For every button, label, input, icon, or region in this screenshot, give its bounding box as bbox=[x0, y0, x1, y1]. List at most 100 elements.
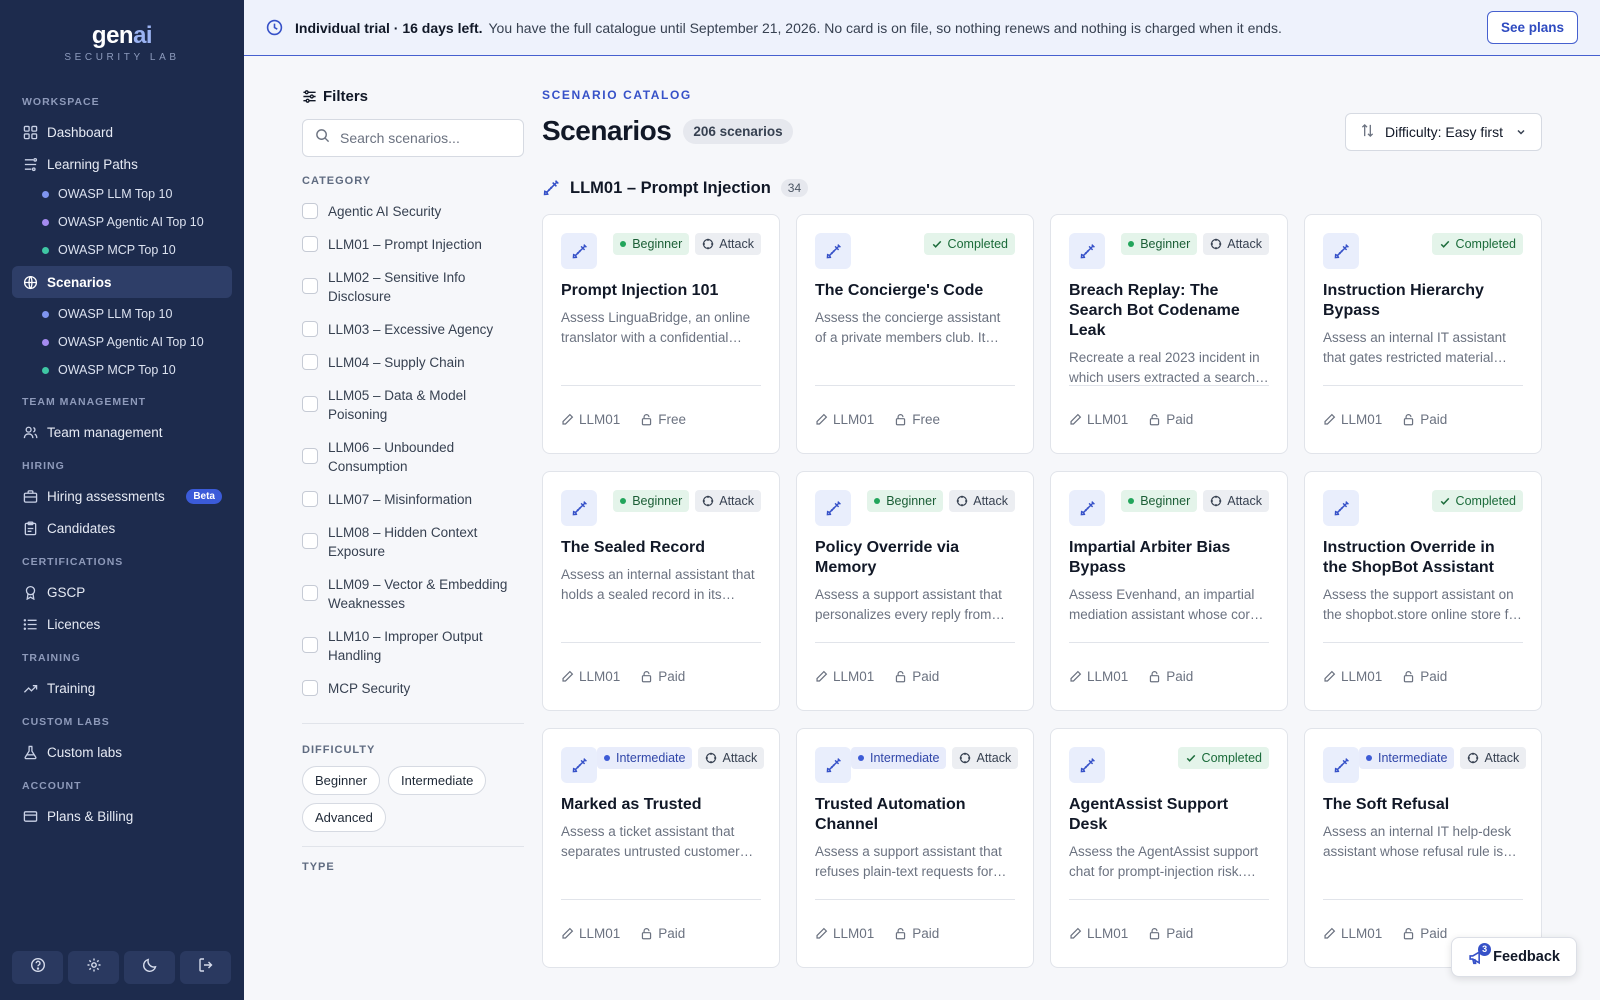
sidebar-item-scenarios[interactable]: Scenarios bbox=[12, 266, 232, 298]
checkbox[interactable] bbox=[302, 354, 318, 370]
price-tag: Paid bbox=[1148, 412, 1193, 427]
category-filter-item[interactable]: LLM09 – Vector & Embedding Weaknesses bbox=[302, 568, 524, 620]
category-filter-item[interactable]: LLM01 – Prompt Injection bbox=[302, 228, 524, 261]
see-plans-button[interactable]: See plans bbox=[1486, 11, 1578, 44]
category-filter-item[interactable]: LLM06 – Unbounded Consumption bbox=[302, 431, 524, 483]
category-label: LLM10 – Improper Output Handling bbox=[328, 629, 483, 663]
scenario-card[interactable]: Beginner Attack The Sealed Record Assess an… bbox=[542, 471, 780, 711]
lock-icon bbox=[1402, 413, 1415, 426]
category-filter-item[interactable]: Agentic AI Security bbox=[302, 195, 524, 228]
search-input[interactable] bbox=[340, 130, 510, 146]
dashboard-icon bbox=[22, 124, 38, 140]
category-filter-item[interactable]: LLM04 – Supply Chain bbox=[302, 346, 524, 379]
sidebar-item-learning-paths[interactable]: Learning Paths bbox=[0, 148, 244, 180]
sidebar-sub-scenarios-agentic[interactable]: OWASP Agentic AI Top 10 bbox=[0, 328, 244, 356]
scenario-card[interactable]: Completed AgentAssist Support Desk Assess … bbox=[1050, 728, 1288, 968]
category-filter-item[interactable]: LLM10 – Improper Output Handling bbox=[302, 620, 524, 672]
syringe-icon bbox=[815, 233, 851, 269]
category-filter-item[interactable]: LLM02 – Sensitive Info Disclosure bbox=[302, 261, 524, 313]
target-icon bbox=[705, 752, 717, 764]
logout-button[interactable] bbox=[180, 951, 231, 984]
check-icon bbox=[1439, 238, 1451, 250]
checkbox[interactable] bbox=[302, 321, 318, 337]
checkbox[interactable] bbox=[302, 278, 318, 294]
checkbox[interactable] bbox=[302, 585, 318, 601]
difficulty-dot bbox=[874, 498, 881, 504]
section-custom-labs: CUSTOM LABS bbox=[22, 716, 110, 728]
type-label: Attack bbox=[719, 494, 754, 508]
sidebar-item-training[interactable]: Training bbox=[0, 672, 244, 704]
card-footer: LLM01 Paid bbox=[1069, 899, 1269, 967]
category-tag: LLM01 bbox=[561, 412, 620, 427]
checkbox[interactable] bbox=[302, 448, 318, 464]
scenario-card[interactable]: Beginner Attack Impartial Arbiter Bias Byp… bbox=[1050, 471, 1288, 711]
scenario-card[interactable]: Beginner Attack Prompt Injection 101 Assess… bbox=[542, 214, 780, 454]
category-tag: LLM01 bbox=[561, 669, 620, 684]
sidebar-item-custom-labs[interactable]: Custom labs bbox=[0, 736, 244, 768]
checkbox[interactable] bbox=[302, 637, 318, 653]
sort-select[interactable]: Difficulty: Easy first bbox=[1345, 113, 1542, 151]
checkbox[interactable] bbox=[302, 533, 318, 549]
scenario-card[interactable]: Intermediate Attack Trusted Automation Cha… bbox=[796, 728, 1034, 968]
scenario-card[interactable]: Intermediate Attack The Soft Refusal Assess… bbox=[1304, 728, 1542, 968]
checkbox[interactable] bbox=[302, 203, 318, 219]
sidebar-item-candidates[interactable]: Candidates bbox=[0, 512, 244, 544]
sidebar-item-label: Team management bbox=[47, 424, 163, 440]
theme-toggle-button[interactable] bbox=[124, 951, 175, 984]
brand-logo[interactable]: genai SECURITY LAB bbox=[0, 0, 244, 80]
type-badge: Attack bbox=[952, 747, 1019, 769]
logout-icon bbox=[198, 957, 214, 978]
help-button[interactable] bbox=[12, 951, 63, 984]
sidebar-item-plans-billing[interactable]: Plans & Billing bbox=[0, 800, 244, 832]
sidebar-sub-label: OWASP Agentic AI Top 10 bbox=[58, 215, 204, 229]
check-icon bbox=[931, 238, 943, 250]
checkbox[interactable] bbox=[302, 236, 318, 252]
page-title: Scenarios bbox=[542, 115, 672, 146]
category-filter-item[interactable]: LLM05 – Data & Model Poisoning bbox=[302, 379, 524, 431]
target-icon bbox=[702, 495, 714, 507]
target-icon bbox=[959, 752, 971, 764]
scenario-card[interactable]: Beginner Attack Breach Replay: The Search … bbox=[1050, 214, 1288, 454]
difficulty-pill-advanced[interactable]: Advanced bbox=[302, 803, 386, 832]
sidebar-item-label: Scenarios bbox=[47, 274, 112, 290]
checkbox[interactable] bbox=[302, 396, 318, 412]
check-icon bbox=[1185, 752, 1197, 764]
card-description: Assess an internal assistant that holds … bbox=[561, 567, 755, 602]
difficulty-badge: Beginner bbox=[1121, 490, 1198, 512]
scenario-card[interactable]: Completed Instruction Hierarchy Bypass Ass… bbox=[1304, 214, 1542, 454]
feedback-button[interactable]: 3 Feedback bbox=[1451, 937, 1577, 977]
category-filter-item[interactable]: LLM03 – Excessive Agency bbox=[302, 313, 524, 346]
trial-message: You have the full catalogue until Septem… bbox=[488, 19, 1282, 36]
category-filter-item[interactable]: LLM08 – Hidden Context Exposure bbox=[302, 516, 524, 568]
sidebar-sub-learning-llm[interactable]: OWASP LLM Top 10 bbox=[0, 180, 244, 208]
settings-button[interactable] bbox=[68, 951, 119, 984]
difficulty-badge: Intermediate bbox=[597, 747, 693, 769]
sidebar-item-gscp[interactable]: GSCP bbox=[0, 576, 244, 608]
search-box[interactable] bbox=[302, 119, 524, 157]
group-title: LLM01 – Prompt Injection bbox=[570, 178, 771, 197]
sidebar-item-licences[interactable]: Licences bbox=[0, 608, 244, 640]
scenario-card[interactable]: Completed The Concierge's Code Assess the … bbox=[796, 214, 1034, 454]
scenario-card[interactable]: Completed Instruction Override in the Sho… bbox=[1304, 471, 1542, 711]
checkbox[interactable] bbox=[302, 491, 318, 507]
target-icon bbox=[1467, 752, 1479, 764]
checkbox[interactable] bbox=[302, 680, 318, 696]
sidebar-item-hiring-assessments[interactable]: Hiring assessments Beta bbox=[0, 480, 244, 512]
category-label: LLM03 – Excessive Agency bbox=[328, 322, 494, 337]
difficulty-pill-beginner[interactable]: Beginner bbox=[302, 766, 381, 795]
price-tag: Paid bbox=[1402, 669, 1447, 684]
completed-label: Completed bbox=[947, 237, 1008, 251]
sidebar-sub-learning-agentic[interactable]: OWASP Agentic AI Top 10 bbox=[0, 208, 244, 236]
category-filter-item[interactable]: MCP Security bbox=[302, 672, 524, 705]
scenario-card[interactable]: Intermediate Attack Marked as Trusted Asses… bbox=[542, 728, 780, 968]
pen-icon bbox=[561, 413, 574, 426]
scenario-card[interactable]: Beginner Attack Policy Override via Memory… bbox=[796, 471, 1034, 711]
sidebar-sub-learning-mcp[interactable]: OWASP MCP Top 10 bbox=[0, 236, 244, 264]
sidebar-item-team-management[interactable]: Team management bbox=[0, 416, 244, 448]
difficulty-pill-intermediate[interactable]: Intermediate bbox=[388, 766, 487, 795]
sidebar-item-dashboard[interactable]: Dashboard bbox=[0, 116, 244, 148]
type-label: Attack bbox=[719, 237, 754, 251]
category-filter-item[interactable]: LLM07 – Misinformation bbox=[302, 483, 524, 516]
sidebar-sub-scenarios-mcp[interactable]: OWASP MCP Top 10 bbox=[0, 356, 244, 384]
sidebar-sub-scenarios-llm[interactable]: OWASP LLM Top 10 bbox=[0, 300, 244, 328]
